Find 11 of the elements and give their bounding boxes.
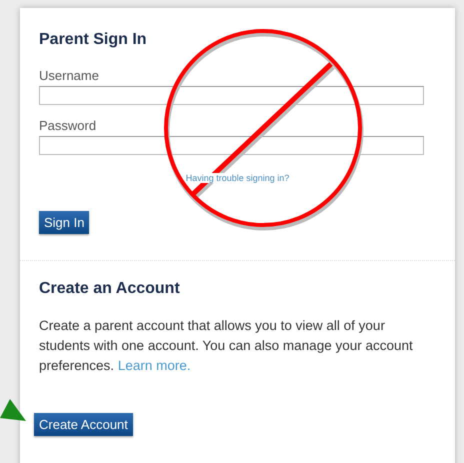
section-title: Create an Account (39, 280, 181, 298)
section-title: Parent Sign In (39, 31, 148, 49)
field-label: Username (39, 68, 100, 83)
create-account-button[interactable]: Create Account (34, 413, 133, 436)
sign-in-button[interactable]: Sign In (39, 211, 90, 234)
prohibition-sign-icon (164, 29, 364, 230)
description-text: Create a parent account that allows you to view all of your students with one account. You can also manage your account preferences. Learn more. (39, 317, 414, 375)
field-label: Password (39, 118, 98, 133)
input-field[interactable] (39, 136, 424, 155)
triangle-icon (0, 399, 26, 421)
input-field[interactable] (39, 86, 424, 105)
